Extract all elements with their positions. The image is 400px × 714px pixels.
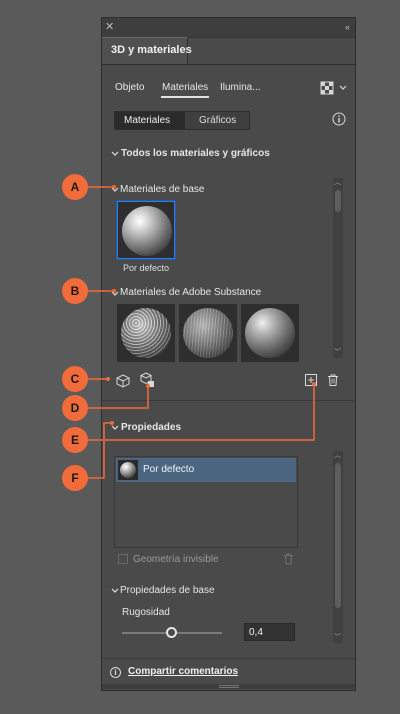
- callout-a: A: [62, 174, 88, 200]
- callout-c: C: [62, 366, 88, 392]
- callout-d: D: [62, 395, 88, 421]
- callout-lines: [86, 185, 316, 479]
- callout-e: E: [62, 427, 88, 453]
- callout-f: F: [62, 465, 88, 491]
- callout-b: B: [62, 278, 88, 304]
